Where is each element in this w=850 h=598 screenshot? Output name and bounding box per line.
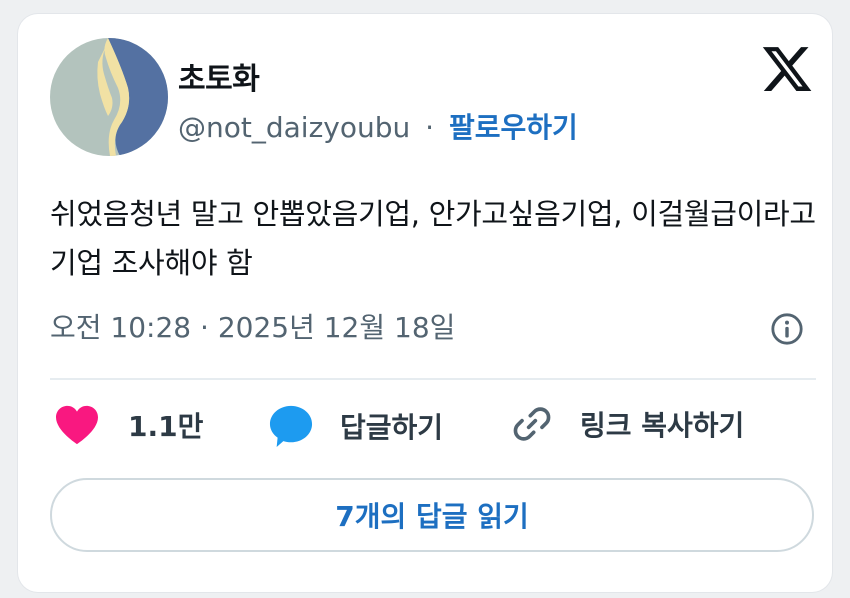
link-icon: [513, 407, 551, 441]
reply-label: 답글하기: [340, 411, 444, 444]
avatar[interactable]: [50, 38, 168, 156]
copy-link-button[interactable]: 링크 복사하기: [512, 404, 744, 444]
reply-button[interactable]: 답글하기: [268, 404, 443, 448]
read-replies-button[interactable]: 7개의 답글 읽기: [50, 478, 814, 552]
tweet-timestamp[interactable]: 오전 10:28 · 2025년 12월 18일: [50, 306, 455, 346]
handle-row: @not_daizyoubu · 팔로우하기: [178, 106, 578, 146]
tweet-text: 쉬었음청년 말고 안뽑았음기업, 안가고싶음기업, 이걸월급이라고기업 조사해야…: [50, 197, 816, 280]
x-logo-icon[interactable]: [760, 42, 814, 96]
follow-button[interactable]: 팔로우하기: [449, 111, 578, 144]
like-count: 1.1만: [128, 410, 204, 443]
separator-dot: ·: [425, 111, 435, 144]
heart-icon: [56, 405, 98, 445]
user-handle[interactable]: @not_daizyoubu: [178, 111, 410, 144]
speech-bubble-icon: [269, 405, 313, 448]
copy-link-label: 링크 복사하기: [580, 409, 745, 442]
like-button[interactable]: 1.1만: [54, 404, 203, 446]
divider: [50, 378, 816, 380]
info-icon[interactable]: [770, 312, 804, 346]
display-name[interactable]: 초토화: [178, 54, 260, 98]
